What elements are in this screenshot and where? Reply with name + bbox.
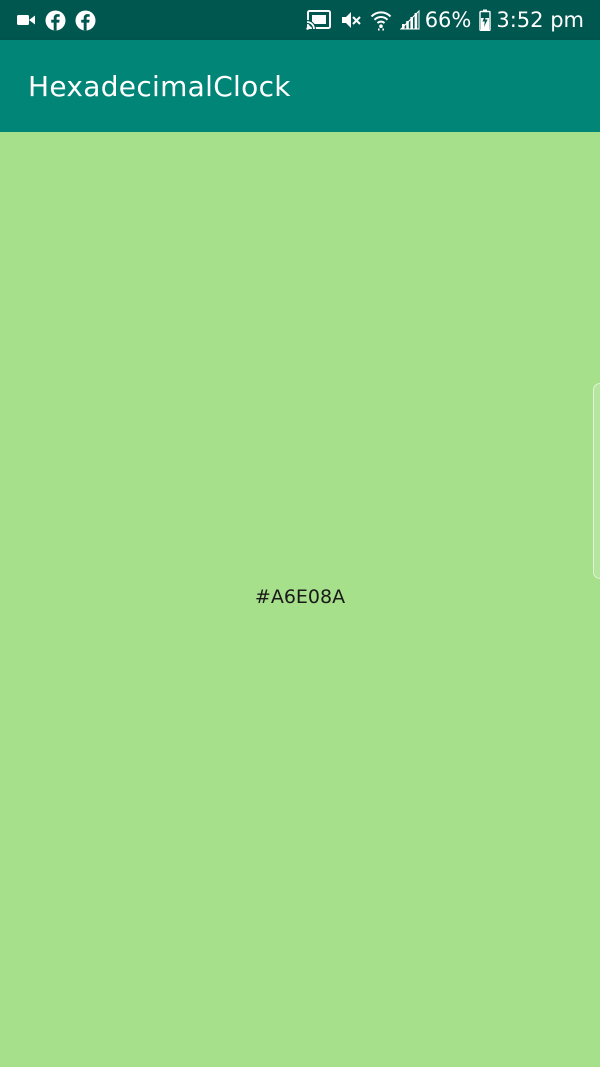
wifi-icon: [370, 9, 392, 31]
notification-icons: [16, 0, 105, 40]
app-title: HexadecimalClock: [28, 69, 291, 103]
cast-icon: [305, 9, 332, 31]
facebook-icon: [75, 10, 96, 31]
battery-charging-icon: [479, 9, 492, 31]
system-icons: 66% 3:52 pm: [298, 0, 584, 40]
hex-color-label: #A6E08A: [254, 586, 346, 608]
facebook-icon: [45, 10, 66, 31]
status-time: 3:52 pm: [496, 8, 584, 32]
battery-percent: 66%: [424, 8, 472, 32]
mute-icon: [340, 9, 362, 31]
app-bar: HexadecimalClock: [0, 40, 600, 132]
edge-panel-handle[interactable]: [593, 383, 600, 579]
signal-icon: [399, 10, 420, 30]
status-bar: 66% 3:52 pm: [0, 0, 600, 40]
video-camera-icon: [16, 13, 36, 27]
clock-background: #A6E08A: [0, 132, 600, 1067]
